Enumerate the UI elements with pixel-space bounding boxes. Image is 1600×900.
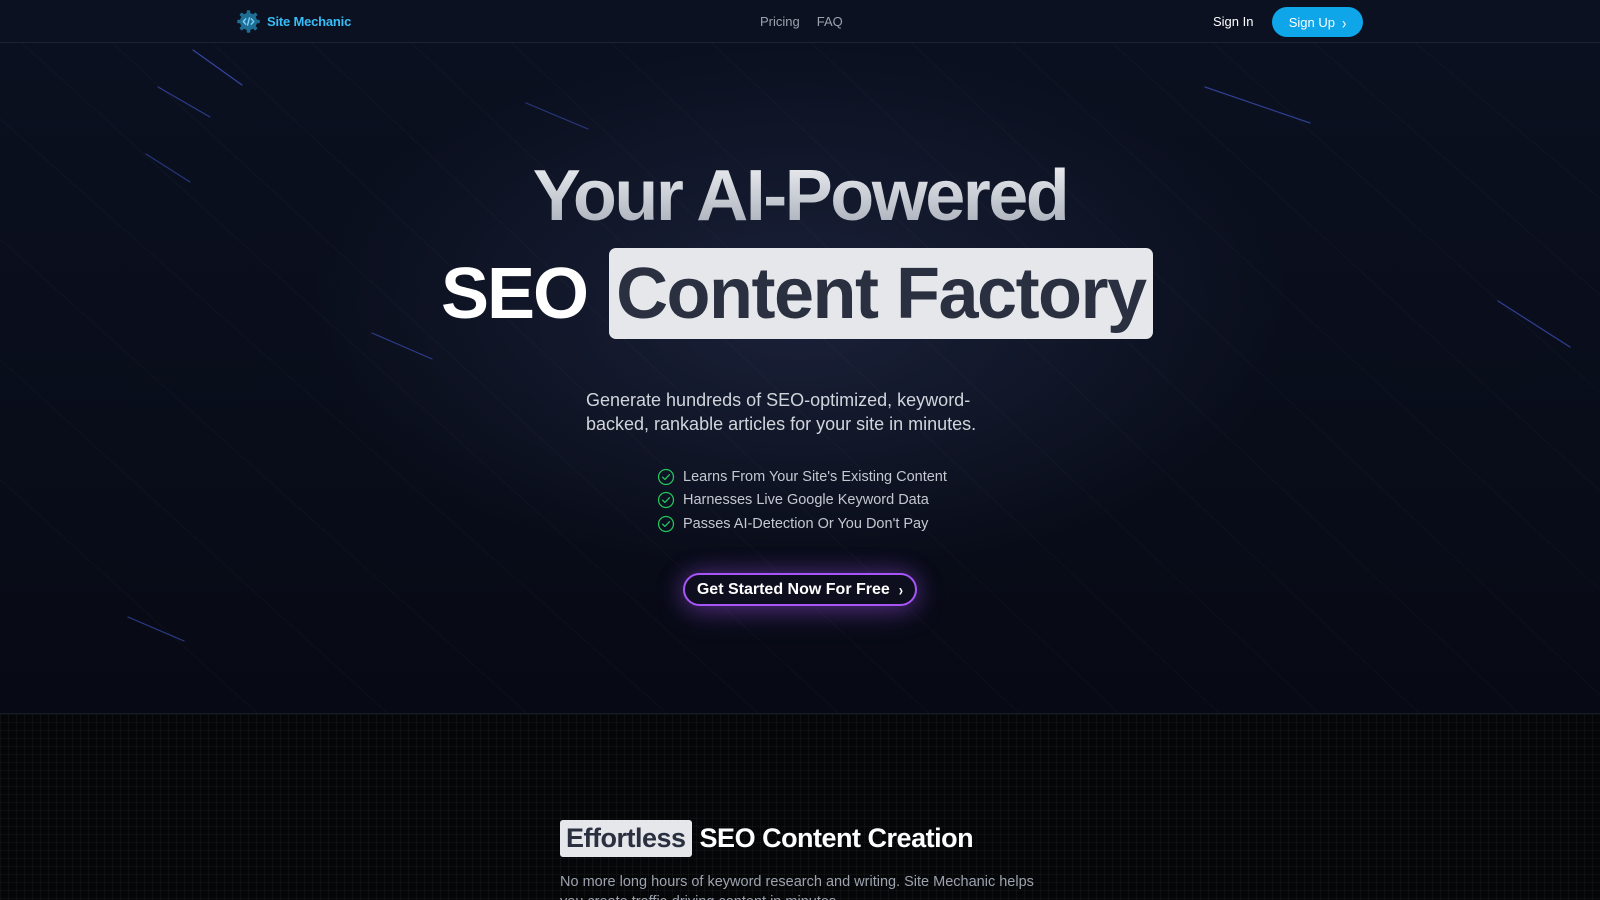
brand-name: Site Mechanic bbox=[267, 14, 352, 29]
hero-section: Your AI-Powered SEO Content Factory Gene… bbox=[0, 43, 1600, 713]
check-circle-icon bbox=[657, 468, 675, 485]
nav-link-pricing[interactable]: Pricing bbox=[760, 14, 800, 29]
brand[interactable]: Site Mechanic bbox=[236, 9, 351, 34]
top-navbar: Site Mechanic Pricing FAQ Sign In Sign U… bbox=[0, 0, 1600, 43]
section-heading: Effortless SEO Content Creation bbox=[560, 820, 974, 857]
hero-title-line2: SEO Content Factory bbox=[441, 248, 1153, 339]
chevron-right-icon: › bbox=[1341, 12, 1347, 32]
features-section: Effortless SEO Content Creation No more … bbox=[0, 713, 1600, 900]
feature-list: Learns From Your Site's Existing Content… bbox=[657, 465, 947, 536]
section-description: No more long hours of keyword research a… bbox=[560, 874, 1034, 900]
feature-text: Harnesses Live Google Keyword Data bbox=[683, 492, 929, 509]
hero-title-seo: SEO bbox=[441, 253, 589, 334]
feature-item: Passes AI-Detection Or You Don't Pay bbox=[657, 512, 947, 536]
feature-item: Learns From Your Site's Existing Content bbox=[657, 465, 947, 489]
get-started-button[interactable]: Get Started Now For Free › bbox=[683, 573, 917, 606]
hero-background-lines bbox=[127, 49, 1571, 642]
page: Site Mechanic Pricing FAQ Sign In Sign U… bbox=[0, 0, 1600, 900]
sign-in-link[interactable]: Sign In bbox=[1213, 14, 1253, 29]
check-circle-icon bbox=[657, 515, 675, 532]
section-heading-highlight: Effortless bbox=[560, 820, 692, 857]
hero-subtitle: Generate hundreds of SEO-optimized, keyw… bbox=[586, 390, 977, 434]
hero-title-highlight: Content Factory bbox=[609, 248, 1153, 339]
gear-code-icon bbox=[237, 10, 260, 33]
nav-links: Pricing FAQ bbox=[760, 14, 843, 29]
feature-text: Passes AI-Detection Or You Don't Pay bbox=[683, 515, 929, 532]
sign-up-button[interactable]: Sign Up › bbox=[1272, 7, 1363, 37]
sign-up-label: Sign Up bbox=[1288, 14, 1335, 30]
hero-title-line1: Your AI-Powered bbox=[0, 155, 1600, 237]
feature-item: Harnesses Live Google Keyword Data bbox=[657, 489, 947, 513]
section-heading-text: SEO Content Creation bbox=[699, 823, 974, 853]
feature-text: Learns From Your Site's Existing Content bbox=[683, 468, 947, 485]
check-circle-icon bbox=[657, 492, 675, 509]
chevron-right-icon: › bbox=[898, 579, 904, 600]
get-started-label: Get Started Now For Free bbox=[696, 580, 890, 598]
nav-link-faq[interactable]: FAQ bbox=[817, 14, 843, 29]
